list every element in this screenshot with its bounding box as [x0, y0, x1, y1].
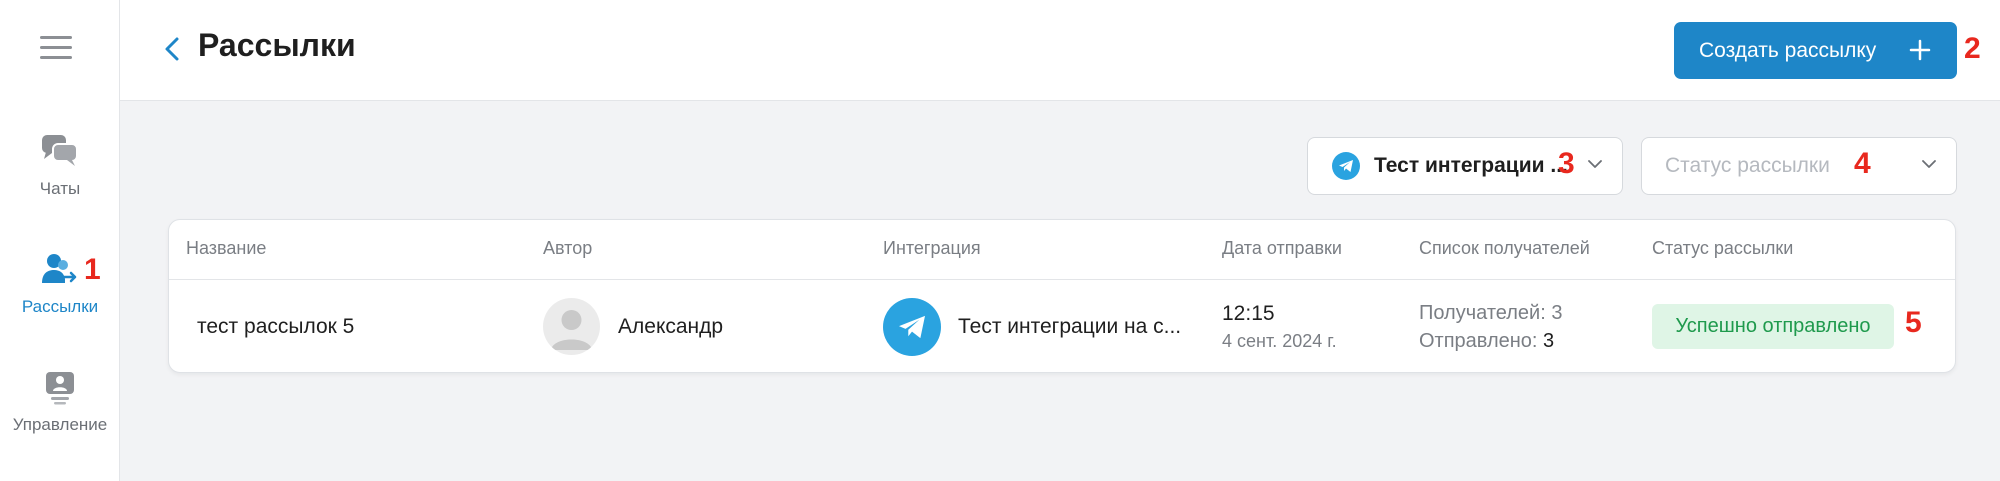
integration-filter-select[interactable]: Тест интеграции ... — [1307, 137, 1623, 195]
user-icon — [551, 310, 592, 350]
column-header-recipients[interactable]: Список получателей — [1419, 238, 1590, 259]
integration-name: Тест интеграции на с... — [958, 315, 1182, 338]
sidebar-item-label: Рассылки — [21, 297, 99, 316]
chats-icon — [42, 135, 78, 166]
column-header-status[interactable]: Статус рассылки — [1652, 238, 1793, 259]
sidebar-item-label: Управление — [12, 415, 108, 434]
recipients-count: Получателей: 3 — [1419, 302, 1562, 325]
page-header: Рассылки Создать рассылку — [120, 0, 2000, 101]
sidebar-item-label: Чаты — [39, 179, 81, 198]
chevron-down-icon — [1588, 160, 1602, 168]
sidebar-item-mailings[interactable]: Рассылки — [0, 253, 120, 317]
author-name: Александр — [618, 315, 724, 338]
status-badge: Успешно отправлено — [1652, 304, 1894, 349]
annotation-1: 1 — [84, 253, 101, 286]
annotation-3: 3 — [1558, 147, 1575, 180]
management-icon — [46, 372, 74, 405]
header-divider — [169, 279, 1955, 280]
column-header-author[interactable]: Автор — [543, 238, 592, 259]
annotation-4: 4 — [1854, 147, 1871, 180]
menu-icon[interactable] — [40, 36, 72, 60]
column-header-name[interactable]: Название — [186, 238, 266, 259]
sent-label: Отправлено: — [1419, 330, 1538, 352]
telegram-icon — [883, 298, 941, 356]
integration-filter-value: Тест интеграции ... — [1374, 154, 1568, 177]
recipients-value: 3 — [1551, 302, 1563, 324]
telegram-icon — [1332, 152, 1360, 180]
status-filter-placeholder: Статус рассылки — [1665, 154, 1830, 177]
plus-icon — [1909, 39, 1931, 61]
column-header-integration[interactable]: Интеграция — [883, 238, 981, 259]
mailing-name[interactable]: тест рассылок 5 — [197, 315, 354, 339]
sent-value: 3 — [1543, 330, 1555, 352]
avatar — [543, 298, 600, 355]
sidebar: Чаты Рассылки Управление — [0, 0, 120, 481]
create-mailing-button[interactable]: Создать рассылку — [1674, 22, 1957, 79]
annotation-2: 2 — [1964, 32, 1981, 65]
page-title: Рассылки — [198, 27, 356, 63]
mailings-icon — [42, 254, 77, 283]
back-icon[interactable] — [162, 36, 182, 62]
annotation-5: 5 — [1905, 306, 1922, 339]
status-filter-select[interactable]: Статус рассылки — [1641, 137, 1957, 195]
recipients-label: Получателей: — [1419, 302, 1546, 324]
mailings-table: Название Автор Интеграция Дата отправки … — [168, 219, 1956, 373]
chevron-down-icon — [1922, 160, 1936, 168]
send-date: 4 сент. 2024 г. — [1222, 331, 1337, 351]
create-mailing-label: Создать рассылку — [1699, 38, 1877, 62]
send-time: 12:15 — [1222, 302, 1275, 325]
sidebar-item-management[interactable]: Управление — [0, 371, 120, 435]
column-header-send-date[interactable]: Дата отправки — [1222, 238, 1342, 259]
sidebar-item-chats[interactable]: Чаты — [0, 133, 120, 199]
sent-count: Отправлено: 3 — [1419, 330, 1554, 353]
